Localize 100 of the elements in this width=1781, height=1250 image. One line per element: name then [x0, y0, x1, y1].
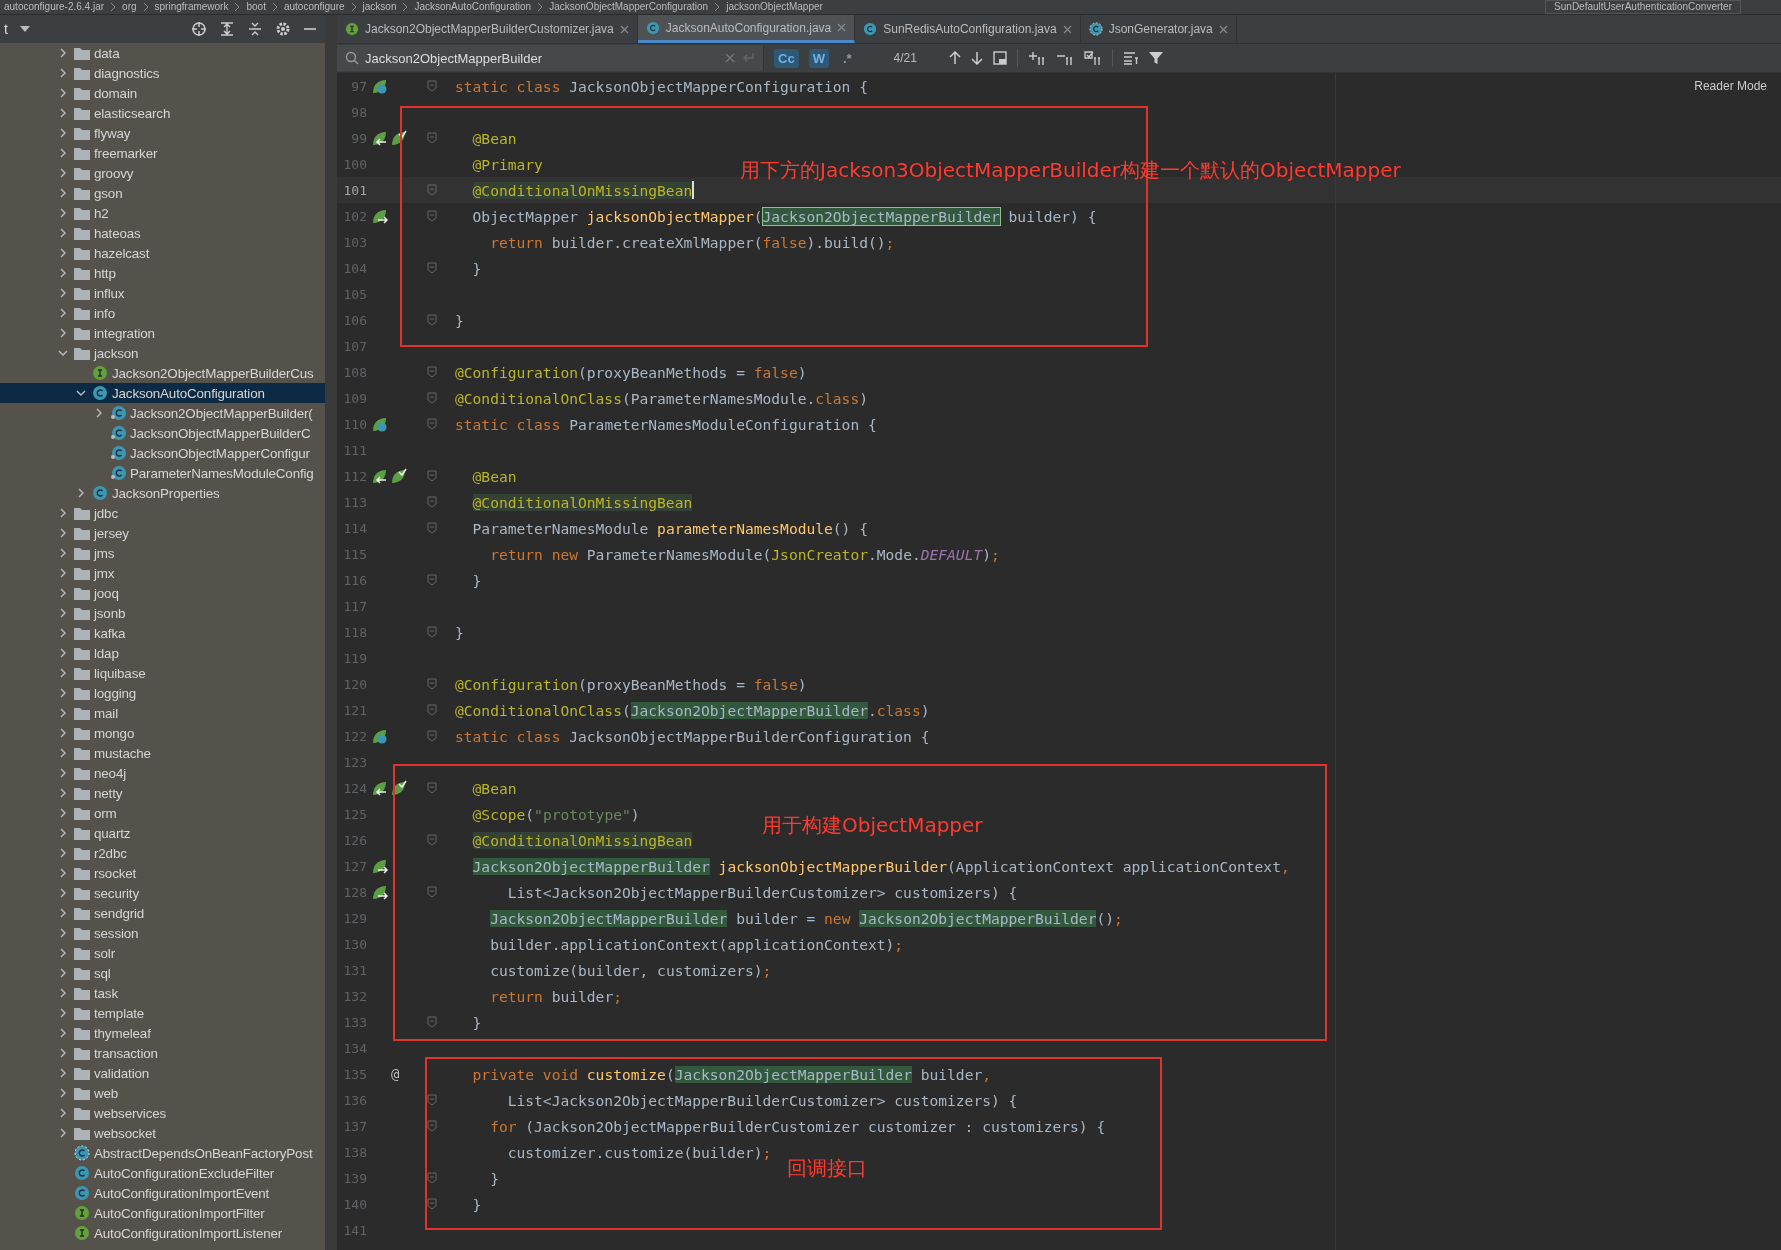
tree-item[interactable]: sql [0, 963, 325, 983]
breadcrumb-item[interactable]: JacksonObjectMapperConfiguration [549, 1, 709, 13]
tree-item[interactable]: ParameterNamesModuleConfig [0, 463, 325, 483]
breadcrumb-item[interactable]: springframework [154, 1, 229, 13]
text-align-icon[interactable] [1122, 51, 1139, 65]
search-option-toggle[interactable]: Cc [774, 48, 799, 68]
tree-item[interactable]: JacksonObjectMapperConfigur [0, 443, 325, 463]
editor-tab[interactable]: JacksonAutoConfiguration.java [637, 15, 856, 43]
tree-item[interactable]: elasticsearch [0, 103, 325, 123]
breadcrumb-item[interactable]: JacksonAutoConfiguration [414, 1, 532, 13]
tree-item[interactable]: rsocket [0, 863, 325, 883]
tree-item[interactable]: webservices [0, 1103, 325, 1123]
tree-item[interactable]: freemarker [0, 143, 325, 163]
fold-marker-icon[interactable] [427, 470, 437, 482]
tree-item[interactable]: JacksonAutoConfiguration [0, 383, 325, 403]
breadcrumb-item[interactable]: boot [246, 1, 266, 13]
tree-item[interactable]: info [0, 303, 325, 323]
tree-item[interactable]: jackson [0, 343, 325, 363]
tree-item[interactable]: sendgrid [0, 903, 325, 923]
search-option-toggle[interactable]: .* [838, 48, 856, 68]
breadcrumb-item[interactable]: autoconfigure-2.6.4.jar [4, 1, 105, 13]
collapse-all-icon[interactable] [247, 21, 263, 37]
fold-marker-icon[interactable] [427, 392, 437, 404]
tree-item[interactable]: netty [0, 783, 325, 803]
editor-tab[interactable]: SunRedisAutoConfiguration.java [855, 15, 1081, 43]
select-all-icon[interactable] [1083, 50, 1102, 66]
tree-item[interactable]: h2 [0, 203, 325, 223]
search-field[interactable]: Jackson2ObjectMapperBuilder [337, 45, 764, 71]
tree-item[interactable]: Jackson2ObjectMapperBuilderCus [0, 363, 325, 383]
crosshair-icon[interactable] [191, 21, 207, 37]
close-icon[interactable] [1062, 24, 1072, 34]
tree-item[interactable]: ldap [0, 643, 325, 663]
tree-item[interactable]: jms [0, 543, 325, 563]
add-selection-icon[interactable] [1027, 50, 1046, 66]
tree-item[interactable]: jdbc [0, 503, 325, 523]
close-icon[interactable] [619, 24, 629, 34]
arrow-up-icon[interactable] [948, 51, 961, 65]
editor-tab[interactable]: JsonGenerator.java [1080, 15, 1237, 43]
clear-icon[interactable] [725, 53, 735, 63]
tree-item[interactable]: validation [0, 1063, 325, 1083]
leaf-check-icon[interactable] [390, 779, 407, 797]
tree-item[interactable]: AutoConfigurationExcludeFilter [0, 1163, 325, 1183]
tree-item[interactable]: AutoConfigurationImportFilter [0, 1203, 325, 1223]
tree-item[interactable]: http [0, 263, 325, 283]
leaf-arrow-icon[interactable] [371, 857, 388, 875]
tree-item[interactable]: JacksonObjectMapperBuilderC [0, 423, 325, 443]
fold-marker-icon[interactable] [427, 366, 437, 378]
fold-marker-icon[interactable] [427, 834, 437, 846]
fold-marker-icon[interactable] [427, 132, 437, 144]
breadcrumb-item[interactable]: org [122, 1, 137, 13]
tree-item[interactable]: r2dbc [0, 843, 325, 863]
tree-item[interactable]: diagnostics [0, 63, 325, 83]
fold-marker-icon[interactable] [427, 80, 437, 92]
fold-marker-icon[interactable] [427, 886, 437, 898]
fold-marker-icon[interactable] [427, 522, 437, 534]
tree-item[interactable]: jmx [0, 563, 325, 583]
leaf-check-icon[interactable] [390, 129, 407, 147]
tree-item[interactable]: quartz [0, 823, 325, 843]
fold-marker-icon[interactable] [427, 704, 437, 716]
fold-marker-icon[interactable] [427, 626, 437, 638]
leaf-arrow-icon[interactable] [371, 129, 388, 147]
fold-marker-icon[interactable] [427, 730, 437, 742]
tree-item[interactable]: orm [0, 803, 325, 823]
fold-marker-icon[interactable] [427, 574, 437, 586]
tree-item[interactable]: AutoConfigurationImportListener [0, 1223, 325, 1243]
tree-item[interactable]: mongo [0, 723, 325, 743]
fold-marker-icon[interactable] [427, 782, 437, 794]
tree-item[interactable]: jersey [0, 523, 325, 543]
window-icon[interactable] [992, 51, 1007, 65]
tree-item[interactable]: integration [0, 323, 325, 343]
leaf-arrow-icon[interactable] [371, 883, 388, 901]
tree-item[interactable]: session [0, 923, 325, 943]
leaf-check-icon[interactable] [390, 467, 407, 485]
fold-marker-icon[interactable] [427, 210, 437, 222]
tree-item[interactable]: thymeleaf [0, 1023, 325, 1043]
tree-item[interactable]: hazelcast [0, 243, 325, 263]
gutter-marker[interactable]: @ [391, 1066, 400, 1082]
tree-item[interactable]: JacksonProperties [0, 483, 325, 503]
fold-marker-icon[interactable] [427, 1016, 437, 1028]
fold-marker-icon[interactable] [427, 1094, 437, 1106]
tree-item[interactable]: mustache [0, 743, 325, 763]
tree-item[interactable]: domain [0, 83, 325, 103]
bean-class-icon[interactable] [371, 415, 388, 433]
tree-item[interactable]: mail [0, 703, 325, 723]
tree-item[interactable]: solr [0, 943, 325, 963]
editor-tab[interactable]: Jackson2ObjectMapperBuilderCustomizer.java [337, 15, 638, 43]
panel-title[interactable]: t [4, 21, 8, 37]
close-icon[interactable] [1218, 24, 1228, 34]
tree-item[interactable]: AbstractDependsOnBeanFactoryPost [0, 1143, 325, 1163]
tree-item[interactable]: transaction [0, 1043, 325, 1063]
run-configuration[interactable]: SunDefaultUserAuthenticationConverter [1545, 0, 1741, 14]
fold-marker-icon[interactable] [427, 262, 437, 274]
tree-item[interactable]: influx [0, 283, 325, 303]
fold-marker-icon[interactable] [427, 184, 437, 196]
expand-all-icon[interactable] [219, 21, 235, 37]
tree-item[interactable]: kafka [0, 623, 325, 643]
tree-item[interactable]: flyway [0, 123, 325, 143]
reader-mode-link[interactable]: Reader Mode [1694, 79, 1767, 93]
tree-item[interactable]: websocket [0, 1123, 325, 1143]
tree-item[interactable]: logging [0, 683, 325, 703]
